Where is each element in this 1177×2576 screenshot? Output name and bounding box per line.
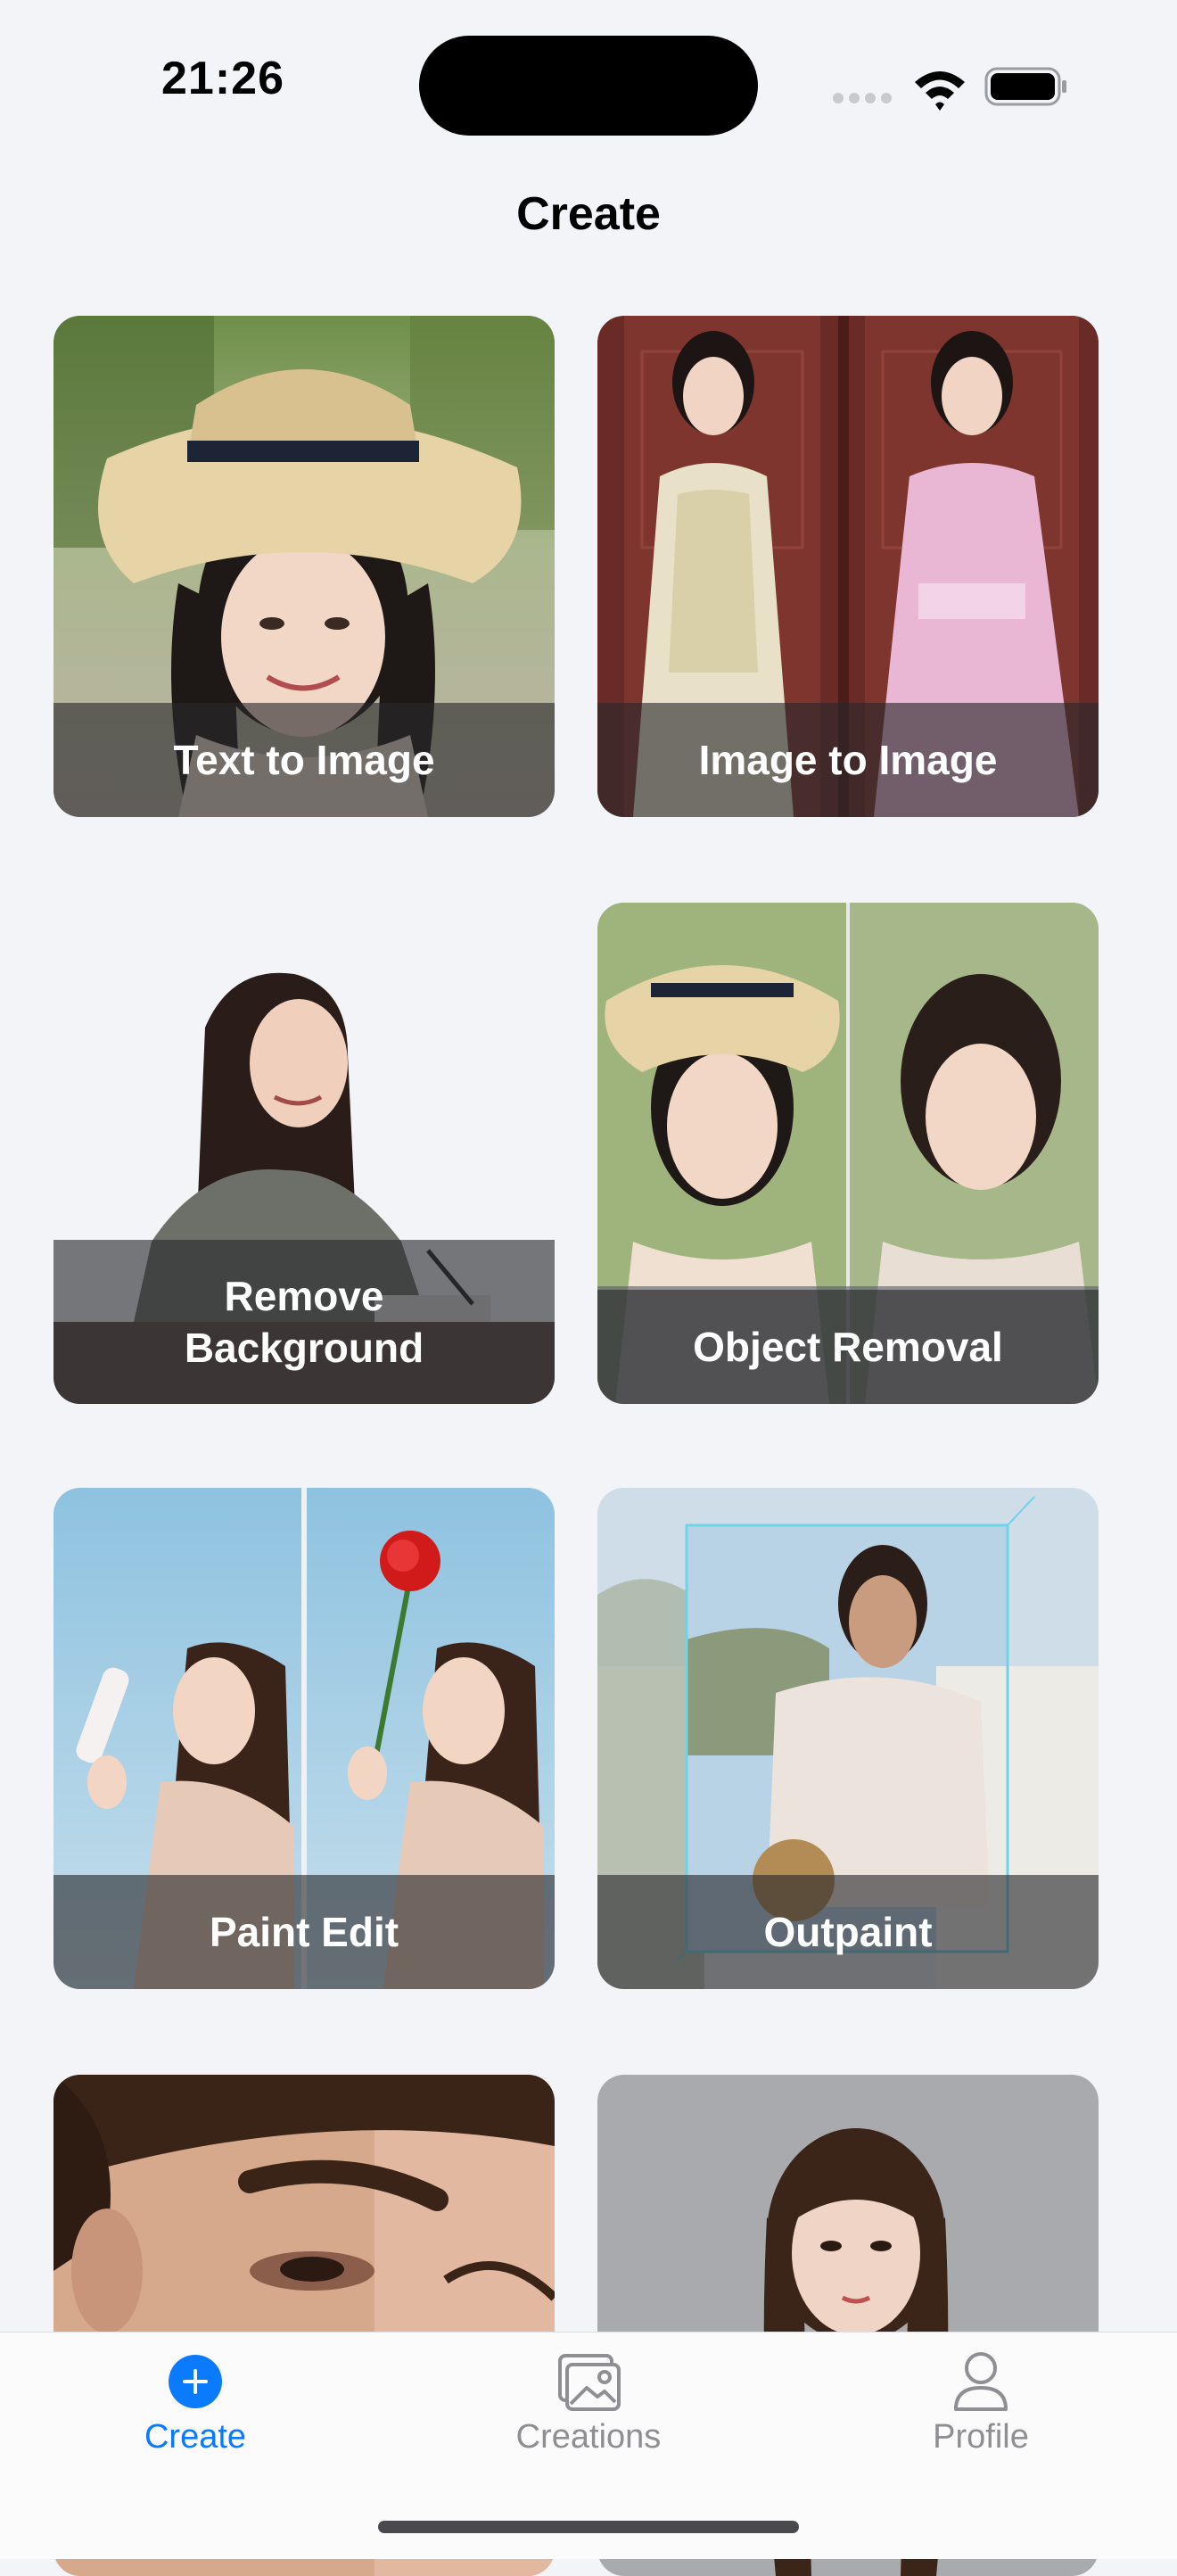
tab-profile[interactable]: Profile [874,2350,1088,2475]
card-label-bar: Image to Image [597,703,1099,817]
tab-label: Create [144,2418,247,2456]
cellular-signal-icon [833,93,895,105]
dynamic-island [419,36,758,136]
photo-gallery-icon [558,2354,621,2411]
page-title: Create [516,188,661,240]
outpaint-card[interactable]: Outpaint [597,1488,1099,1989]
text-to-image-card[interactable]: Text to Image [54,316,555,817]
wifi-icon [915,71,965,111]
tab-label: Profile [933,2418,1029,2456]
card-label: Image to Image [698,737,998,783]
card-label: Object Removal [693,1324,1003,1370]
home-indicator [378,2521,799,2533]
image-to-image-card[interactable]: Image to Image [597,316,1099,817]
card-label: Remove Background [184,1273,424,1371]
remove-background-card[interactable]: Remove Background [54,903,555,1404]
card-label-bar: Remove Background [54,1240,555,1404]
tab-label: Creations [515,2418,662,2456]
card-label-bar: Outpaint [597,1875,1099,1989]
card-label-bar: Text to Image [54,703,555,817]
card-label-bar: Object Removal [597,1290,1099,1404]
tab-create[interactable]: Create [88,2350,302,2475]
object-removal-card[interactable]: Object Removal [597,903,1099,1404]
card-label: Outpaint [763,1909,933,1955]
status-bar: 21:26 [0,0,1177,169]
person-icon [954,2352,1008,2411]
card-label-bar: Paint Edit [54,1875,555,1989]
plus-circle-icon [169,2355,222,2408]
tab-creations[interactable]: Creations [482,2350,696,2475]
card-label: Paint Edit [209,1909,399,1955]
paint-edit-card[interactable]: Paint Edit [54,1488,555,1989]
battery-icon [984,67,1066,106]
card-label: Text to Image [173,737,435,783]
status-time: 21:26 [161,53,284,104]
